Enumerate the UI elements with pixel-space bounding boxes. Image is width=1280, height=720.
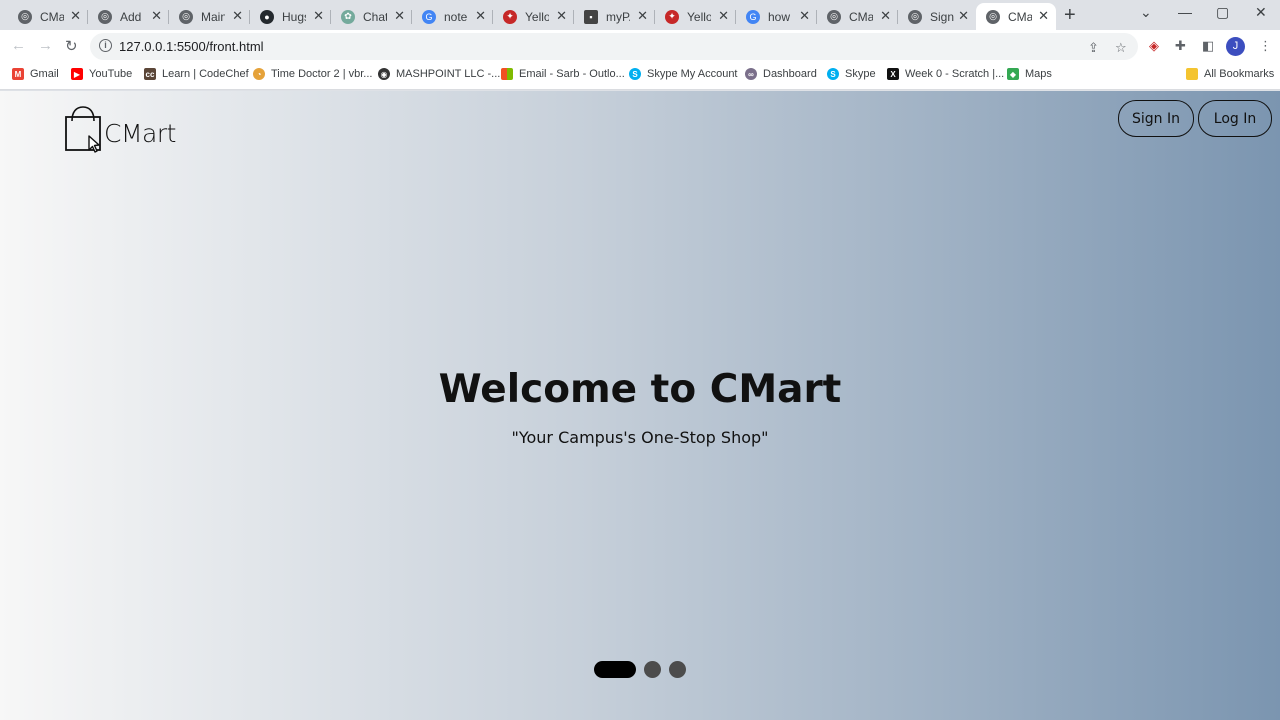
tab-close-icon[interactable]: ✕ — [556, 8, 567, 24]
bookmark-youtube[interactable]: ▶ YouTube — [71, 68, 132, 80]
globe-icon: ◎ — [179, 9, 193, 24]
new-tab-button[interactable]: + — [1064, 4, 1076, 27]
gmail-icon: M — [12, 68, 24, 80]
skype-icon: S — [827, 68, 839, 80]
codechef-icon: cc — [144, 68, 156, 80]
forward-arrow-icon[interactable]: → — [38, 37, 53, 54]
maximize-icon[interactable]: ▢ — [1216, 4, 1229, 21]
bookmark-codechef[interactable]: cc Learn | CodeChef — [144, 68, 249, 80]
tab-search-icon[interactable]: ⌄ — [1140, 4, 1152, 21]
tab-close-icon[interactable]: ✕ — [880, 8, 891, 24]
tab-close-icon[interactable]: ✕ — [232, 8, 243, 24]
site-logo[interactable]: CMart — [64, 103, 184, 155]
maps-icon: ◆ — [1007, 68, 1019, 80]
globe-icon: ◎ — [986, 9, 1000, 24]
mypa-icon: ▪ — [584, 9, 598, 24]
tab-close-icon[interactable]: ✕ — [151, 8, 162, 24]
extensions-puzzle-icon[interactable]: ✚ — [1175, 38, 1186, 54]
bookmark-skype-account[interactable]: S Skype My Account — [629, 68, 738, 80]
extension-shield-icon[interactable]: ◈ — [1149, 38, 1159, 54]
globe-icon: ◎ — [98, 9, 112, 24]
tab-close-icon[interactable]: ✕ — [637, 8, 648, 24]
time-doctor-icon: ◔ — [253, 68, 265, 80]
browser-tab[interactable]: ✦ Yello ✕ — [655, 3, 736, 30]
browser-tab[interactable]: ◎ CMar ✕ — [817, 3, 898, 30]
globe-icon: ◎ — [18, 9, 32, 24]
url-text[interactable]: 127.0.0.1:5500/front.html — [119, 39, 264, 54]
tab-strip: ◎ CMar ✕ ◎ Add I ✕ ◎ Main ✕ ● Hugs ✕ ✿ C… — [0, 0, 1280, 30]
bookmark-gmail[interactable]: M Gmail — [12, 68, 59, 80]
bookmarks-bar: M Gmail ▶ YouTube cc Learn | CodeChef ◔ … — [0, 63, 1280, 90]
all-bookmarks-folder[interactable]: All Bookmarks — [1186, 68, 1274, 80]
bookmark-maps[interactable]: ◆ Maps — [1007, 68, 1052, 80]
hero-title: Welcome to CMart — [438, 367, 842, 412]
bookmark-mashpoint[interactable]: ◉ MASHPOINT LLC -... — [378, 68, 500, 80]
bookmark-time-doctor[interactable]: ◔ Time Doctor 2 | vbr... — [253, 68, 372, 80]
side-panel-icon[interactable]: ◧ — [1202, 38, 1214, 54]
browser-tab[interactable]: ◎ SignU ✕ — [898, 3, 976, 30]
carousel-dot-active[interactable] — [594, 661, 636, 678]
mashpoint-icon: ◉ — [378, 68, 390, 80]
browser-toolbar: ← → ↻ i 127.0.0.1:5500/front.html ⇪ ☆ ◈ … — [0, 30, 1280, 63]
bookmark-scratch[interactable]: X Week 0 - Scratch |... — [887, 68, 1004, 80]
folder-icon — [1186, 68, 1198, 80]
carousel-dot[interactable] — [644, 661, 661, 678]
yellow-logo-icon: ✦ — [665, 9, 679, 24]
bookmark-outlook[interactable]: Email - Sarb - Outlo... — [501, 68, 625, 80]
logo-wordmark: CMart — [104, 119, 176, 148]
browser-tab[interactable]: G how t ✕ — [736, 3, 817, 30]
browser-tab[interactable]: ◎ Main ✕ — [169, 3, 250, 30]
browser-tab[interactable]: G notel ✕ — [412, 3, 493, 30]
tab-close-icon[interactable]: ✕ — [799, 8, 810, 24]
reload-icon[interactable]: ↻ — [65, 37, 78, 55]
skype-icon: S — [629, 68, 641, 80]
browser-tab[interactable]: ✿ ChatG ✕ — [331, 3, 412, 30]
address-bar[interactable]: i 127.0.0.1:5500/front.html ⇪ ☆ — [90, 33, 1138, 60]
globe-icon: ◎ — [827, 9, 841, 24]
tab-close-icon[interactable]: ✕ — [394, 8, 405, 24]
log-in-button[interactable]: Log In — [1198, 100, 1272, 137]
sign-in-button[interactable]: Sign In — [1118, 100, 1194, 137]
microsoft-icon — [501, 68, 513, 80]
bookmark-dashboard[interactable]: ∞ Dashboard — [745, 68, 817, 80]
browser-tab-active[interactable]: ◎ CMar ✕ — [976, 3, 1056, 30]
google-icon: G — [746, 9, 760, 24]
window-close-icon[interactable]: ✕ — [1255, 4, 1267, 21]
bookmark-star-icon[interactable]: ☆ — [1115, 40, 1127, 56]
tab-close-icon[interactable]: ✕ — [958, 8, 969, 24]
browser-tab[interactable]: ◎ Add I ✕ — [88, 3, 169, 30]
browser-tab[interactable]: ● Hugs ✕ — [250, 3, 331, 30]
edx-icon: X — [887, 68, 899, 80]
minimize-icon[interactable]: — — [1178, 4, 1192, 20]
browser-tab[interactable]: ✦ Yello ✕ — [493, 3, 574, 30]
tab-close-icon[interactable]: ✕ — [70, 8, 81, 24]
menu-kebab-icon[interactable]: ⋮ — [1259, 38, 1272, 54]
browser-tab[interactable]: ▪ myPA ✕ — [574, 3, 655, 30]
tab-close-icon[interactable]: ✕ — [313, 8, 324, 24]
share-icon[interactable]: ⇪ — [1088, 40, 1099, 56]
site-info-icon[interactable]: i — [99, 39, 112, 52]
browser-tab[interactable]: ◎ CMar ✕ — [8, 3, 88, 30]
tab-close-icon[interactable]: ✕ — [1038, 8, 1049, 24]
chatgpt-icon: ✿ — [341, 9, 355, 24]
profile-avatar[interactable]: J — [1226, 37, 1245, 56]
carousel-dot[interactable] — [669, 661, 686, 678]
dashboard-icon: ∞ — [745, 68, 757, 80]
bookmark-skype[interactable]: S Skype — [827, 68, 876, 80]
back-arrow-icon[interactable]: ← — [11, 37, 26, 54]
globe-icon: ◎ — [908, 9, 922, 24]
youtube-icon: ▶ — [71, 68, 83, 80]
tab-close-icon[interactable]: ✕ — [475, 8, 486, 24]
hero-subtitle: "Your Campus's One-Stop Shop" — [511, 428, 769, 447]
page-viewport: CMart Sign In Log In Welcome to CMart "Y… — [0, 91, 1280, 720]
google-icon: G — [422, 9, 436, 24]
yellow-logo-icon: ✦ — [503, 9, 517, 24]
github-icon: ● — [260, 9, 274, 24]
tab-close-icon[interactable]: ✕ — [718, 8, 729, 24]
